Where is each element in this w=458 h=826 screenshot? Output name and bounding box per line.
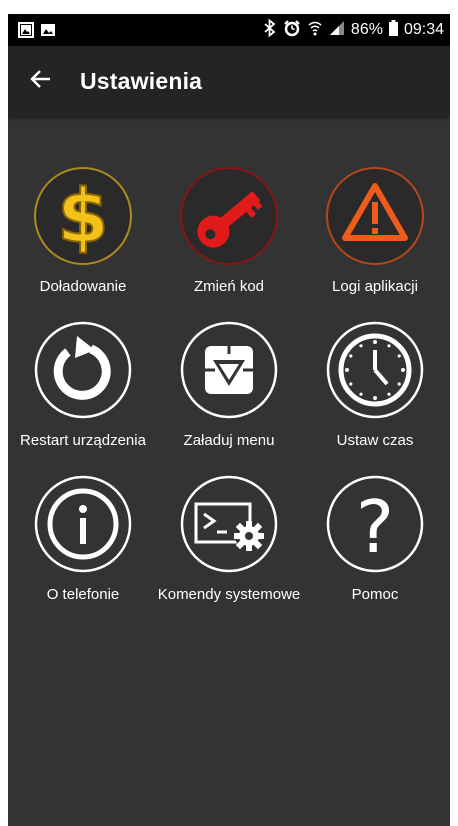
dollar-icon: $ [33,166,133,266]
alarm-icon [283,19,301,42]
clock-time: 09:34 [403,21,444,38]
restart-icon [33,320,133,420]
tile-label: Komendy systemowe [157,586,301,603]
tile-label: Pomoc [351,586,399,603]
arrow-left-icon [29,67,53,96]
terminal-gear-icon [179,474,279,574]
key-icon [179,166,279,266]
question-icon: ? [325,474,425,574]
tile-pomoc[interactable]: ? Pomoc [300,436,450,603]
wifi-icon [307,19,323,42]
load-menu-icon [179,320,279,420]
tile-o-telefonie[interactable]: O telefonie [8,436,158,603]
battery-icon [388,19,398,41]
back-button[interactable] [24,64,58,98]
info-icon [33,474,133,574]
image-notification-icon [40,22,56,43]
tile-doladowanie[interactable]: $ Doładowanie [8,128,158,295]
bluetooth-icon [263,18,277,42]
svg-text:?: ? [356,485,394,569]
status-bar: 86% 09:34 [8,14,450,46]
clock-icon [325,320,425,420]
warning-icon [325,166,425,266]
phone-screen: 86% 09:34 Ustawienia $ Doładowanie Zmień… [8,14,450,826]
tile-komendy-systemowe[interactable]: Komendy systemowe [154,436,304,603]
gallery-notification-icon [18,22,34,43]
signal-icon [329,20,345,41]
svg-text:$: $ [57,174,109,260]
tile-restart-urzadzenia[interactable]: Restart urządzenia [8,282,158,449]
tile-zmien-kod[interactable]: Zmień kod [154,128,304,295]
battery-percent: 86% [350,21,383,38]
page-title: Ustawienia [80,68,203,94]
tile-logi-aplikacji[interactable]: Logi aplikacji [300,128,450,295]
tile-zaladuj-menu[interactable]: Załaduj menu [154,282,304,449]
app-bar: Ustawienia [8,46,450,116]
tile-ustaw-czas[interactable]: Ustaw czas [300,282,450,449]
